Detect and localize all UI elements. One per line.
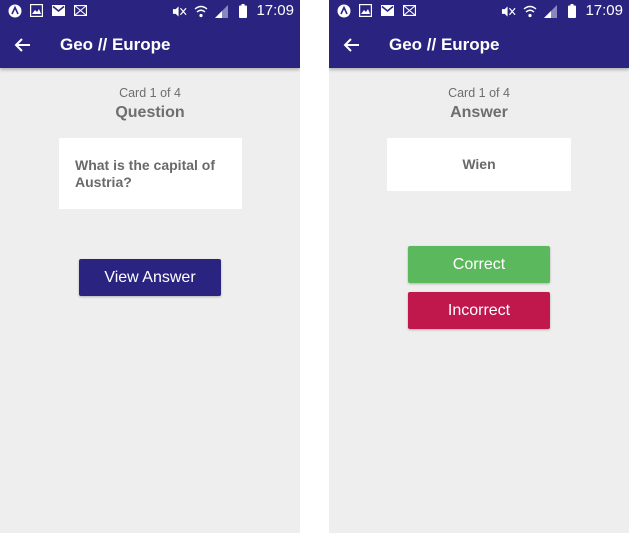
mute-icon xyxy=(501,4,516,19)
correct-button[interactable]: Correct xyxy=(408,246,550,283)
signal-icon xyxy=(214,4,229,19)
battery-icon xyxy=(564,4,579,19)
answer-screen: 17:09 Geo // Europe Card 1 of 4 Answer W… xyxy=(329,0,629,533)
wifi-icon xyxy=(193,4,208,19)
image-icon xyxy=(358,3,373,18)
mail-icon xyxy=(73,3,88,18)
answer-card: Wien xyxy=(387,138,571,191)
signal-icon xyxy=(543,4,558,19)
question-screen: 17:09 Geo // Europe Card 1 of 4 Question… xyxy=(0,0,300,533)
incorrect-button[interactable]: Incorrect xyxy=(408,292,550,329)
app-bar: Geo // Europe xyxy=(329,22,629,68)
card-side-label: Answer xyxy=(450,104,508,121)
back-arrow-icon[interactable] xyxy=(341,34,363,56)
mute-icon xyxy=(172,4,187,19)
status-time: 17:09 xyxy=(585,2,623,19)
page-title: Geo // Europe xyxy=(60,35,171,54)
wifi-icon xyxy=(522,4,537,19)
status-bar: 17:09 xyxy=(329,0,629,22)
mail-icon xyxy=(402,3,417,18)
question-card: What is the capital of Austria? xyxy=(59,138,242,209)
card-side-label: Question xyxy=(115,104,185,121)
card-counter: Card 1 of 4 xyxy=(448,86,510,100)
app-icon xyxy=(7,3,22,18)
page-title: Geo // Europe xyxy=(389,35,500,54)
app-bar: Geo // Europe xyxy=(0,22,300,68)
image-icon xyxy=(29,3,44,18)
card-counter: Card 1 of 4 xyxy=(119,86,181,100)
gmail-icon xyxy=(380,3,395,18)
app-icon xyxy=(336,3,351,18)
gmail-icon xyxy=(51,3,66,18)
battery-icon xyxy=(235,4,250,19)
view-answer-button[interactable]: View Answer xyxy=(79,259,221,296)
status-time: 17:09 xyxy=(256,2,294,19)
status-bar: 17:09 xyxy=(0,0,300,22)
back-arrow-icon[interactable] xyxy=(12,34,34,56)
